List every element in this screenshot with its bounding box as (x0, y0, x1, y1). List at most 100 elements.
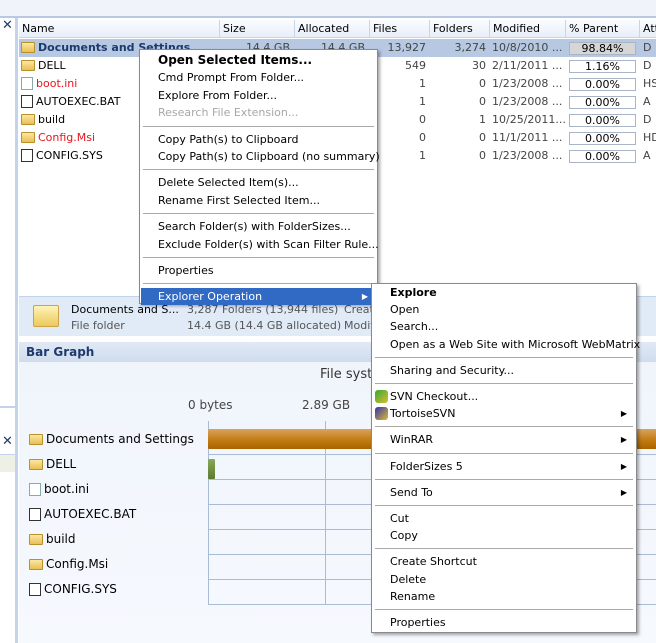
menu-item-rename-first-selected-item[interactable]: Rename First Selected Item... (141, 192, 376, 209)
menu-item-label: Exclude Folder(s) with Scan Filter Rule.… (158, 237, 379, 251)
menu-item-label: Delete Selected Item(s)... (158, 176, 299, 190)
menu-item-open-selected-items[interactable]: Open Selected Items... (141, 52, 376, 69)
menu-item-exclude-folder-s-with-scan-filter-rule[interactable]: Exclude Folder(s) with Scan Filter Rule.… (141, 236, 379, 253)
menu-item-explore[interactable]: Explore (373, 284, 635, 301)
tortoisesvn-icon (375, 407, 388, 421)
close-icon[interactable]: ✕ (2, 18, 13, 33)
menu-separator (375, 609, 633, 610)
column-header-allocated[interactable]: Allocated (295, 20, 370, 38)
modified-cell: 2/11/2011 ... (492, 59, 563, 72)
settings-file-icon (21, 77, 33, 90)
menu-item-search-folder-s-with-foldersizes[interactable]: Search Folder(s) with FolderSizes... (141, 218, 376, 235)
submenu-arrow-icon: ▶ (361, 292, 368, 302)
submenu-arrow-icon: ▶ (620, 435, 627, 445)
menu-item-label: Rename (390, 589, 436, 603)
menu-item-cut[interactable]: Cut (373, 510, 635, 527)
folder-icon (29, 459, 43, 470)
modified-cell: 1/23/2008 ... (492, 95, 563, 108)
column-header--parent[interactable]: % Parent (566, 20, 640, 38)
menu-item-label: Send To (390, 485, 433, 499)
menu-item-label: Research File Extension... (158, 106, 299, 120)
menu-item-label: FolderSizes 5 (390, 459, 463, 473)
percent-parent-cell: 0.00% (569, 132, 636, 145)
menu-item-tortoisesvn[interactable]: TortoiseSVN ▶ (373, 405, 635, 422)
bar-label: boot.ini (29, 482, 89, 496)
close-icon[interactable]: ✕ (2, 434, 13, 449)
bar-label: Config.Msi (29, 557, 108, 571)
menu-item-sharing-and-security[interactable]: Sharing and Security... (373, 362, 635, 379)
menu-item-properties[interactable]: Properties (373, 614, 635, 631)
menu-item-open[interactable]: Open (373, 301, 635, 318)
files-cell: 1 (419, 77, 426, 90)
menu-item-svn-checkout[interactable]: SVN Checkout... (373, 388, 635, 405)
folders-cell: 0 (479, 149, 486, 162)
menu-item-label: Search Folder(s) with FolderSizes... (158, 220, 351, 234)
bar-label: DELL (29, 457, 76, 471)
column-header-name[interactable]: Name (19, 20, 220, 38)
files-cell: 0 (419, 113, 426, 126)
item-name: build (38, 113, 66, 126)
menu-item-label: SVN Checkout... (390, 390, 479, 403)
attributes-cell: A (643, 149, 651, 162)
menu-item-copy-path-s-to-clipboard[interactable]: Copy Path(s) to Clipboard (141, 131, 376, 148)
menu-separator (143, 125, 374, 127)
menu-item-winrar[interactable]: WinRAR ▶ (373, 431, 635, 448)
menu-item-label: Create Shortcut (390, 555, 477, 569)
menu-separator (143, 169, 374, 171)
menu-item-search[interactable]: Search... (373, 318, 635, 335)
menu-item-delete-selected-item-s[interactable]: Delete Selected Item(s)... (141, 174, 376, 191)
menu-item-label: Cmd Prompt From Folder... (158, 71, 305, 85)
menu-item-open-as-a-web-site-with-microsoft-webmatrix[interactable]: Open as a Web Site with Microsoft WebMat… (373, 336, 640, 353)
menu-item-label: Open as a Web Site with Microsoft WebMat… (390, 337, 641, 351)
column-header-size[interactable]: Size (220, 20, 295, 38)
submenu-arrow-icon: ▶ (620, 461, 627, 471)
chart-title: File syst (320, 367, 373, 382)
percent-parent-cell: 0.00% (569, 78, 636, 91)
bar-label-text: CONFIG.SYS (44, 582, 117, 596)
menu-item-delete[interactable]: Delete (373, 571, 635, 588)
menu-item-label: Properties (158, 264, 214, 277)
menu-item-create-shortcut[interactable]: Create Shortcut (373, 553, 635, 570)
menu-separator (375, 478, 633, 480)
menu-item-send-to[interactable]: Send To ▶ (373, 484, 635, 501)
attributes-cell: D (643, 59, 652, 72)
item-name: boot.ini (36, 77, 78, 90)
bar[interactable] (208, 459, 215, 479)
percent-parent-cell: 0.00% (569, 150, 636, 163)
menu-item-copy-path-s-to-clipboard-no-summary[interactable]: Copy Path(s) to Clipboard (no summary) (141, 148, 380, 165)
menu-item-explore-from-folder[interactable]: Explore From Folder... (141, 87, 376, 104)
bar-label: AUTOEXEC.BAT (29, 507, 136, 521)
files-cell: 1 (419, 95, 426, 108)
left-pane-item (0, 454, 15, 472)
menu-item-explorer-operation[interactable]: Explorer Operation ▶ (141, 288, 376, 306)
settings-file-icon (29, 483, 41, 496)
column-header-modified[interactable]: Modified (490, 20, 566, 38)
column-header-att[interactable]: Att (640, 20, 656, 38)
menu-separator (375, 383, 633, 384)
menu-separator (375, 426, 633, 428)
bar-label-text: build (46, 532, 76, 546)
menu-item-label: Open Selected Items... (158, 53, 313, 67)
percent-parent-cell: 1.16% (569, 60, 636, 73)
folder-icon (33, 305, 59, 327)
menu-item-label: Explore (390, 286, 437, 299)
menu-item-cmd-prompt-from-folder[interactable]: Cmd Prompt From Folder... (141, 69, 376, 86)
menu-separator (375, 505, 633, 506)
column-header-files[interactable]: Files (370, 20, 430, 38)
menu-item-properties[interactable]: Properties (141, 262, 376, 279)
menu-item-copy[interactable]: Copy (373, 527, 635, 544)
menu-item-foldersizes-5[interactable]: FolderSizes 5 ▶ (373, 458, 635, 475)
menu-item-rename[interactable]: Rename (373, 588, 635, 605)
bar-label-text: boot.ini (44, 482, 90, 496)
modified-cell: 10/25/2011... (492, 113, 566, 126)
item-name: DELL (38, 59, 66, 72)
attributes-cell: A (643, 95, 651, 108)
menu-item-label: Cut (390, 512, 409, 525)
attributes-cell: D (643, 41, 652, 54)
top-strip (0, 0, 656, 18)
column-header-folders[interactable]: Folders (430, 20, 490, 38)
attributes-cell: D (643, 113, 652, 126)
menu-separator (143, 213, 374, 215)
modified-cell: 10/8/2010 ... (492, 41, 563, 54)
folder-icon (29, 559, 43, 570)
